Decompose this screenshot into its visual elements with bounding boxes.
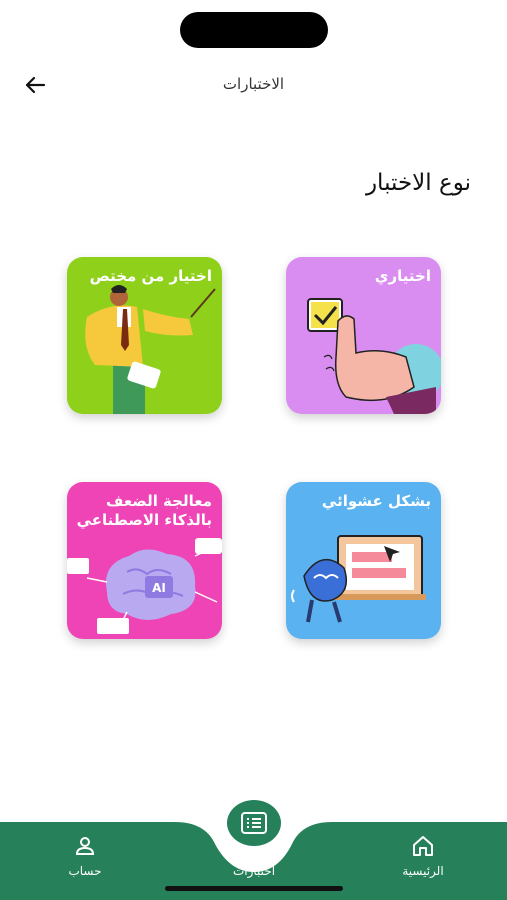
card-label: اختياري: [374, 267, 431, 285]
card-label: معالجة الضعف بالذكاء الاصطناعي: [76, 492, 212, 529]
tests-fab-button[interactable]: [227, 800, 281, 846]
list-icon: [241, 812, 267, 834]
top-app-bar: الاختبارات: [0, 66, 507, 106]
card-label: بشكل عشوائي: [321, 492, 431, 510]
ai-badge: AI: [152, 581, 166, 595]
home-indicator: [165, 886, 343, 891]
nav-account[interactable]: حساب: [30, 822, 140, 900]
section-title: نوع الاختبار: [365, 170, 471, 196]
test-type-card-random[interactable]: بشكل عشوائي: [286, 482, 441, 639]
nav-account-label: حساب: [68, 864, 102, 878]
card-label: اختيار من مختص: [89, 267, 212, 285]
camera-notch: [180, 12, 328, 48]
home-icon: [409, 832, 437, 860]
page-title: الاختبارات: [222, 75, 285, 93]
nav-home[interactable]: الرئيسية: [368, 822, 478, 900]
test-type-card-ai-weakness[interactable]: AI معالجة الضعف بالذكاء الاصطناعي: [67, 482, 222, 639]
test-type-card-optional[interactable]: اختياري: [286, 257, 441, 414]
user-icon: [71, 832, 99, 860]
nav-home-label: الرئيسية: [402, 864, 444, 878]
nav-tests-label: اختبارات: [232, 864, 276, 878]
test-type-card-specialist[interactable]: اختيار من مختص: [67, 257, 222, 414]
nav-tests-spacer: [240, 852, 268, 860]
